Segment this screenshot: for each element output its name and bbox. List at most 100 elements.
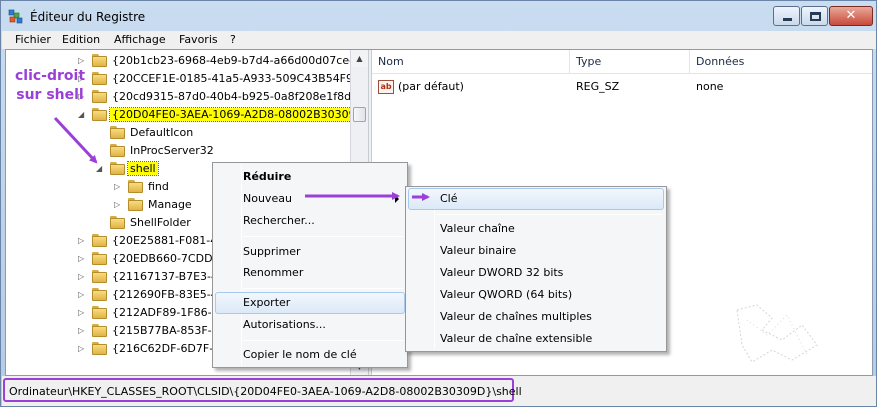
registry-editor-icon bbox=[8, 9, 23, 24]
sub-valeur-chaines-multiples[interactable]: Valeur de chaînes multiples bbox=[408, 306, 664, 328]
tree-item-label: shell bbox=[127, 161, 159, 176]
tree-item-label: {20CCEF1E-0185-41a5-A933-509C43B54F98} bbox=[112, 72, 368, 85]
menu-affichage[interactable]: Affichage bbox=[114, 33, 166, 46]
expand-icon[interactable]: ▷ bbox=[78, 308, 87, 317]
column-type[interactable]: Type bbox=[570, 50, 690, 74]
tree-item-label: {216C62DF-6D7F-4E bbox=[112, 342, 228, 355]
expand-icon[interactable]: ▷ bbox=[78, 272, 87, 281]
menu-favoris[interactable]: Favoris bbox=[179, 33, 218, 46]
status-path-highlight: Ordinateur\HKEY_CLASSES_ROOT\CLSID\{20D0… bbox=[3, 378, 522, 402]
ctx-renommer[interactable]: Renommer bbox=[215, 262, 405, 284]
expand-icon[interactable]: ▷ bbox=[114, 200, 123, 209]
ctx-reduire[interactable]: Réduire bbox=[215, 166, 405, 188]
folder-icon bbox=[128, 180, 143, 193]
value-type: REG_SZ bbox=[576, 80, 620, 93]
tree-item-label: ShellFolder bbox=[130, 216, 191, 229]
collapse-icon[interactable]: ◢ bbox=[78, 110, 87, 119]
sub-valeur-chaine-extensible[interactable]: Valeur de chaîne extensible bbox=[408, 328, 664, 350]
expand-icon bbox=[96, 128, 105, 137]
expand-icon bbox=[96, 146, 105, 155]
column-nom[interactable]: Nom bbox=[372, 50, 570, 74]
folder-icon bbox=[110, 126, 125, 139]
folder-icon bbox=[128, 198, 143, 211]
menu-edition[interactable]: Edition bbox=[62, 33, 100, 46]
ctx-nouveau[interactable]: Nouveau bbox=[215, 188, 405, 210]
menu-fichier[interactable]: Fichier bbox=[15, 33, 51, 46]
menu-separator bbox=[243, 340, 403, 341]
context-menu: Réduire Nouveau Rechercher... Supprimer … bbox=[212, 162, 408, 368]
folder-icon bbox=[92, 288, 107, 301]
ctx-copier-nom-cle[interactable]: Copier le nom de clé bbox=[215, 344, 405, 366]
tree-item[interactable]: ◢ {20D04FE0-3AEA-1069-A2D8-08002B30309D} bbox=[6, 106, 368, 124]
list-item[interactable]: ab (par défaut) REG_SZ none bbox=[372, 78, 872, 96]
list-header: Nom Type Données bbox=[372, 50, 872, 74]
expand-icon[interactable]: ▷ bbox=[78, 326, 87, 335]
ctx-rechercher[interactable]: Rechercher... bbox=[215, 210, 405, 232]
expand-icon[interactable]: ▷ bbox=[78, 290, 87, 299]
expand-icon[interactable]: ▷ bbox=[78, 254, 87, 263]
ctx-exporter[interactable]: Exporter bbox=[215, 292, 405, 314]
expand-icon[interactable]: ▷ bbox=[114, 182, 123, 191]
collapse-icon[interactable]: ◢ bbox=[96, 164, 105, 173]
expand-icon[interactable]: ▷ bbox=[78, 236, 87, 245]
maximize-icon bbox=[810, 12, 821, 21]
value-name: (par défaut) bbox=[398, 80, 464, 93]
scroll-thumb[interactable] bbox=[353, 107, 366, 122]
folder-icon bbox=[92, 342, 107, 355]
menu-separator bbox=[243, 288, 403, 289]
column-donnees[interactable]: Données bbox=[690, 50, 872, 74]
close-icon: ✕ bbox=[845, 8, 857, 23]
tree-item-label: {20D04FE0-3AEA-1069-A2D8-08002B30309D} bbox=[108, 107, 368, 122]
menu-bar: Fichier Edition Affichage Favoris ? bbox=[2, 31, 876, 49]
annotation-text: clic-droit sur shell bbox=[14, 67, 86, 105]
sub-valeur-qword[interactable]: Valeur QWORD (64 bits) bbox=[408, 284, 664, 306]
minimize-button[interactable] bbox=[773, 6, 800, 26]
annotation-line-1: clic-droit bbox=[14, 68, 86, 84]
folder-icon bbox=[92, 72, 107, 85]
menu-help[interactable]: ? bbox=[230, 33, 236, 46]
tree-item-label: {212ADF89-1F86-49 bbox=[112, 306, 226, 319]
folder-icon bbox=[92, 108, 107, 121]
noise-artifact bbox=[736, 304, 818, 363]
tree-item-label: Manage bbox=[148, 198, 192, 211]
folder-icon bbox=[92, 90, 107, 103]
menu-separator bbox=[243, 236, 403, 237]
ctx-supprimer[interactable]: Supprimer bbox=[215, 241, 405, 263]
string-value-icon: ab bbox=[378, 80, 394, 94]
sub-valeur-binaire[interactable]: Valeur binaire bbox=[408, 240, 664, 262]
close-button[interactable]: ✕ bbox=[829, 6, 873, 26]
folder-icon bbox=[92, 306, 107, 319]
scroll-up-icon[interactable]: ▲ bbox=[351, 50, 368, 67]
tree-item-label: DefaultIcon bbox=[130, 126, 194, 139]
sub-valeur-dword[interactable]: Valeur DWORD 32 bits bbox=[408, 262, 664, 284]
folder-icon bbox=[92, 252, 107, 265]
folder-icon bbox=[92, 234, 107, 247]
value-data: none bbox=[696, 80, 724, 93]
folder-icon bbox=[92, 324, 107, 337]
expand-icon[interactable]: ▷ bbox=[78, 344, 87, 353]
tree-item[interactable]: InProcServer32 bbox=[6, 142, 350, 160]
tree-item-label: {20cd9315-87d0-40b4-b925-0a8f208e1f8d} bbox=[112, 90, 359, 103]
submenu-arrow-icon bbox=[395, 195, 399, 203]
sub-valeur-chaine[interactable]: Valeur chaîne bbox=[408, 218, 664, 240]
expand-icon[interactable]: ▷ bbox=[78, 56, 87, 65]
folder-icon bbox=[92, 270, 107, 283]
title-bar[interactable]: Éditeur du Registre ✕ bbox=[1, 1, 876, 31]
status-bar: Ordinateur\HKEY_CLASSES_ROOT\CLSID\{20D0… bbox=[2, 376, 876, 406]
menu-separator bbox=[436, 214, 662, 215]
folder-icon bbox=[110, 144, 125, 157]
annotation-line-2: sur shell bbox=[16, 87, 84, 103]
maximize-button[interactable] bbox=[801, 6, 828, 26]
folder-icon bbox=[110, 162, 125, 175]
minimize-icon bbox=[783, 18, 792, 21]
ctx-nouveau-label: Nouveau bbox=[243, 192, 292, 205]
folder-icon bbox=[110, 216, 125, 229]
ctx-autorisations[interactable]: Autorisations... bbox=[215, 314, 405, 336]
tree-item-label: find bbox=[148, 180, 169, 193]
tree-item-label: {20b1cb23-6968-4eb9-b7d4-a66d00d07cee} bbox=[112, 54, 363, 67]
status-path: Ordinateur\HKEY_CLASSES_ROOT\CLSID\{20D0… bbox=[9, 385, 522, 398]
window-title: Éditeur du Registre bbox=[30, 10, 146, 24]
tree-item[interactable]: DefaultIcon bbox=[6, 124, 350, 142]
tree-item-label: InProcServer32 bbox=[130, 144, 214, 157]
sub-cle[interactable]: Clé bbox=[408, 188, 664, 210]
